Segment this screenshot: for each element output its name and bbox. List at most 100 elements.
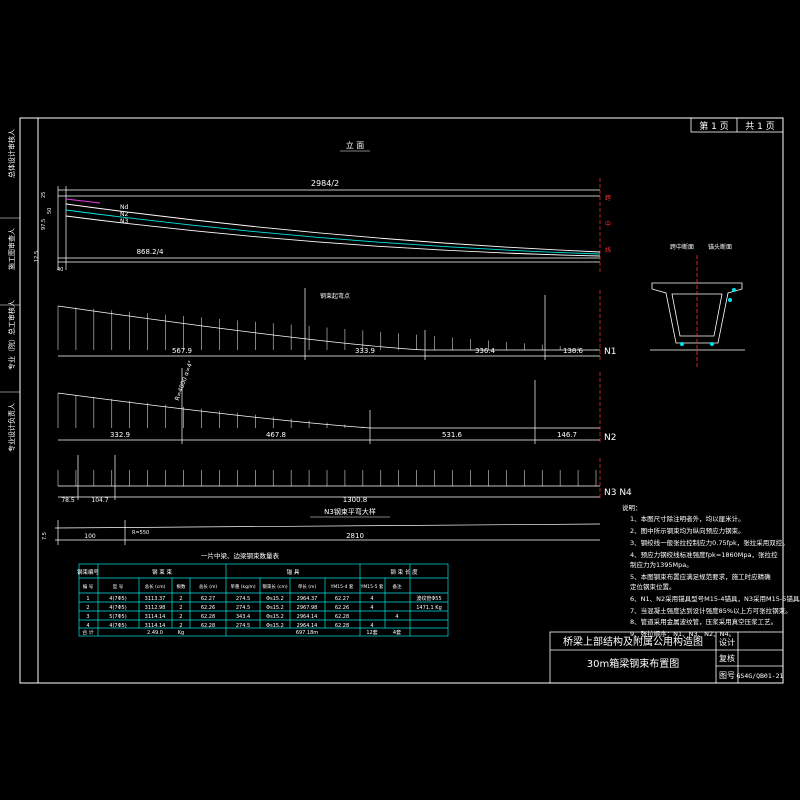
table-cell: 3113.37 — [145, 596, 166, 602]
table-cell: 62.28 — [335, 614, 349, 620]
note-8: 6、N1、N2采用锚具型号M15-4锚具，N3采用M15-5锚具。 — [630, 594, 800, 603]
n2-seg-1: 332.9 — [110, 431, 130, 439]
table-cell: 3 — [86, 614, 89, 620]
n1-seg-1: 567.9 — [172, 347, 192, 355]
left-dim-5: 40 — [57, 267, 63, 273]
beam-label-n1: Nd — [120, 204, 128, 211]
centerline-char-3: 线 — [605, 246, 611, 254]
table-cell: 波纹管Φ55 — [416, 595, 441, 602]
left-strip-2: 施工图审查人 — [7, 228, 16, 270]
n1-note: 钢束起弯点 — [320, 292, 350, 300]
table-group-header: 钢束编号 — [77, 568, 100, 576]
beam-label-n2: N2 — [120, 211, 128, 218]
table-cell: 3112.98 — [145, 605, 166, 611]
table-cell: 274.5 — [236, 623, 250, 629]
note-10: 8、管道采用金属波纹管，压浆采用真空压浆工艺。 — [630, 617, 777, 626]
table-group-header: 钢 束 束 — [152, 568, 172, 576]
n2-seg-3: 531.6 — [442, 431, 463, 439]
table-cell: 62.28 — [335, 623, 349, 629]
left-strip: 总体设计审核人 施工图审查人 专业（院）总工审核人 专业设计负责人 — [0, 129, 20, 452]
table-cell: 4(7Φ5) — [109, 596, 126, 602]
table-cell: 62.28 — [201, 614, 215, 620]
table-group-header: 锚 具 — [287, 568, 300, 576]
note-6: 5、本图钢束布置应满足规范要求，施工时应精确 — [630, 572, 771, 581]
drawing-title: 30m箱梁钢束布置图 — [587, 657, 679, 670]
page-total: 共 1 页 — [745, 121, 774, 132]
table-cell: 4 — [395, 614, 398, 620]
table-cell: 3114.14 — [145, 614, 166, 620]
table-cell: 2 — [179, 596, 182, 602]
page-tag: 第 1 页 共 1 页 — [690, 117, 784, 133]
project-name: 桥梁上部结构及附属公用构造图 — [563, 635, 703, 648]
elevation-bottom-dim: 868.2/4 — [137, 248, 164, 256]
notes-heading: 说明： — [622, 503, 642, 512]
table-cell: 4 — [370, 605, 373, 611]
left-dim-2: 12.5 — [34, 251, 40, 262]
note-3: 3、钢绞线一般张拉控制应力0.75fpk，张拉采用双控。 — [630, 538, 789, 547]
table-cell: 62.27 — [335, 596, 349, 602]
plan-dim-3: R=550 — [132, 530, 149, 536]
left-strip-1: 总体设计审核人 — [7, 129, 16, 178]
note-7: 定位钢束位置。 — [630, 582, 676, 591]
review-label: 复核 — [719, 653, 735, 663]
table-cell: 1 — [86, 596, 89, 602]
n1-seg-4: 138.6 — [563, 347, 584, 355]
table-cell: 2964.37 — [297, 596, 318, 602]
n2-label: N2 — [604, 433, 616, 443]
profile-n3-ticks — [57, 470, 597, 486]
table-cell: 4(7Φ5) — [109, 623, 126, 629]
note-1: 1、本图尺寸除注明者外，均以厘米计。 — [630, 514, 745, 523]
left-strip-3: 专业（院）总工审核人 — [7, 300, 16, 370]
note-9: 7、当混凝土强度达到设计强度85%以上方可张拉钢束。 — [630, 606, 792, 615]
profile-n2 — [57, 368, 601, 444]
table-cell: 62.28 — [201, 623, 215, 629]
table-cell: 4 — [370, 596, 373, 602]
table-total-cell: 12套 — [366, 629, 377, 636]
left-dim-3: 97.5 — [41, 219, 47, 230]
table-cell: 62.26 — [335, 605, 349, 611]
table-title: 一片中梁、边梁钢束数量表 — [201, 551, 280, 560]
table-header: 总长 (cm) — [145, 583, 166, 590]
table-cell: 274.5 — [236, 596, 250, 602]
left-dim-4: 50 — [47, 208, 53, 214]
note-5: 制应力为1395Mpa。 — [630, 560, 693, 569]
table-cell: 2 — [179, 614, 182, 620]
table-cell: 343.4 — [236, 614, 250, 620]
table-header: 编 号 — [83, 583, 94, 590]
table-header: 总长 (m) — [199, 583, 218, 590]
table-cell: Φs15.2 — [266, 605, 284, 611]
table-total-cell: Kg — [178, 630, 184, 636]
table-header: 单重 (kg/m) — [230, 583, 256, 590]
profile-n3 — [58, 455, 601, 500]
table-header: YM15-5 套 — [360, 583, 384, 590]
table-cell: 2 — [179, 605, 182, 611]
table-cell: 62.27 — [201, 596, 215, 602]
n2-seg-2: 467.8 — [266, 431, 286, 439]
table-cell: 274.5 — [236, 605, 250, 611]
table-cell: 3114.14 — [145, 623, 166, 629]
table-header: 钢束长 (cm) — [262, 583, 288, 590]
n1-seg-2: 333.9 — [355, 347, 375, 355]
section-end-label: 锚头断面 — [708, 243, 732, 251]
notes-block: 说明： 1、本图尺寸除注明者外，均以厘米计。 2、图中所示钢束均为纵向预应力钢束… — [622, 503, 800, 638]
drawing-canvas: 总体设计审核人 施工图审查人 专业（院）总工审核人 专业设计负责人 第 1 页 … — [0, 117, 800, 684]
table-cell: 62.26 — [201, 605, 215, 611]
table-cell: 5(7Φ5) — [109, 614, 126, 620]
n3-seg-1: 78.5 — [61, 497, 75, 504]
table-header: 型 号 — [113, 583, 124, 590]
table-total-cell: 4套 — [393, 629, 401, 636]
centerline-char-1: 跨 — [605, 194, 611, 202]
fig-no: GS4G/QB01-21 — [737, 672, 784, 680]
table-cell: 2 — [179, 623, 182, 629]
centerline-marks: 跨 中 线 — [605, 194, 611, 254]
n2-note: R=4000 α=4° — [174, 360, 195, 402]
table-cell: 4 — [86, 623, 89, 629]
design-label: 设计 — [719, 637, 735, 647]
elevation-total-dim: 2984/2 — [311, 179, 339, 188]
left-strip-4: 专业设计负责人 — [7, 403, 16, 452]
note-4: 4、预应力钢绞线标准强度fpk=1860Mpa，张拉控 — [630, 550, 778, 559]
n3-seg-2: 104.7 — [91, 497, 108, 504]
note-2: 2、图中所示钢束均为纵向预应力钢束。 — [630, 526, 745, 535]
page-number: 第 1 页 — [699, 120, 728, 132]
n1-seg-3: 336.4 — [475, 347, 496, 355]
